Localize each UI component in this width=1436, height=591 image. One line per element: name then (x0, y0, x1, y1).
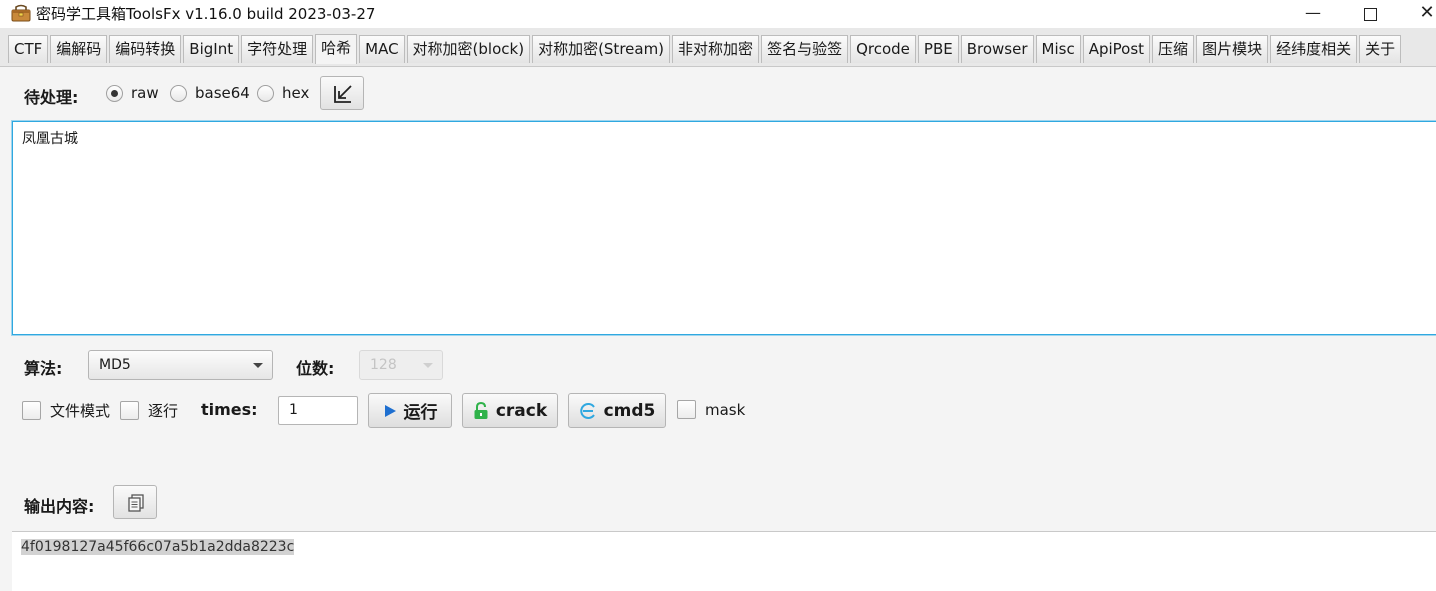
radio-base64-indicator (170, 84, 187, 102)
mask-checkbox-box (677, 400, 696, 419)
tab-bar: CTF 编解码 编码转换 BigInt 字符处理 哈希 MAC 对称加密(blo… (0, 28, 1436, 67)
copy-button[interactable] (113, 485, 157, 519)
line-by-line-checkbox-box (120, 401, 139, 420)
tab-image[interactable]: 图片模块 (1196, 35, 1269, 63)
radio-hex-label: hex (282, 84, 310, 102)
cmd5-button[interactable]: cmd5 (568, 393, 666, 428)
toolbox-icon (11, 4, 31, 22)
input-label: 待处理: (24, 88, 79, 107)
times-value: 1 (289, 402, 298, 418)
tab-mac[interactable]: MAC (359, 35, 405, 63)
radio-base64[interactable]: base64 (170, 84, 250, 102)
tab-bigint[interactable]: BigInt (183, 35, 240, 63)
output-textarea[interactable]: 4f0198127a45f66c07a5b1a2dda8223c (12, 531, 1436, 591)
radio-base64-label: base64 (195, 84, 250, 102)
bits-label: 位数: (296, 359, 335, 378)
bits-select: 128 (359, 350, 443, 380)
tab-geo[interactable]: 经纬度相关 (1270, 35, 1358, 63)
radio-raw[interactable]: raw (106, 84, 159, 102)
import-button[interactable] (320, 76, 364, 110)
line-by-line-label: 逐行 (148, 402, 179, 420)
tab-qrcode[interactable]: Qrcode (850, 35, 916, 63)
file-mode-checkbox-box (22, 401, 41, 420)
tab-signature[interactable]: 签名与验签 (761, 35, 849, 63)
tab-symmetric-stream[interactable]: 对称加密(Stream) (532, 35, 671, 63)
chevron-down-icon (253, 363, 263, 368)
radio-raw-indicator (106, 84, 123, 102)
minimize-button[interactable]: — (1290, 0, 1336, 28)
import-arrow-icon (332, 83, 354, 109)
chevron-down-icon (423, 363, 433, 368)
play-icon (383, 404, 397, 418)
input-text: 凤凰古城 (22, 131, 78, 147)
tab-symmetric-block[interactable]: 对称加密(block) (406, 35, 531, 63)
file-mode-label: 文件模式 (50, 402, 111, 420)
bits-select-value: 128 (370, 357, 397, 373)
cmd5-logo-icon (579, 402, 597, 420)
radio-hex[interactable]: hex (257, 84, 309, 102)
radio-hex-indicator (257, 84, 274, 102)
tab-asymmetric[interactable]: 非对称加密 (672, 35, 760, 63)
tab-list: CTF 编解码 编码转换 BigInt 字符处理 哈希 MAC 对称加密(blo… (8, 34, 1403, 64)
maximize-button[interactable] (1347, 0, 1393, 28)
tab-apipost[interactable]: ApiPost (1082, 35, 1151, 63)
tab-hash[interactable]: 哈希 (315, 34, 358, 64)
algorithm-select[interactable]: MD5 (88, 350, 273, 380)
maximize-icon (1363, 8, 1377, 21)
crack-button-label: crack (495, 400, 548, 421)
copy-icon (126, 493, 146, 517)
unlock-icon (473, 401, 489, 420)
algorithm-select-value: MD5 (99, 357, 131, 373)
window-title: 密码学工具箱ToolsFx v1.16.0 build 2023-03-27 (36, 5, 376, 23)
tab-pbe[interactable]: PBE (917, 35, 959, 63)
output-text: 4f0198127a45f66c07a5b1a2dda8223c (21, 539, 295, 555)
algorithm-label: 算法: (24, 359, 63, 378)
tab-encoding-convert[interactable]: 编码转换 (109, 35, 182, 63)
title-bar: 密码学工具箱ToolsFx v1.16.0 build 2023-03-27 —… (0, 0, 1436, 28)
times-input[interactable]: 1 (278, 396, 358, 425)
run-button[interactable]: 运行 (368, 393, 452, 428)
crack-button[interactable]: crack (462, 393, 558, 428)
tab-string-process[interactable]: 字符处理 (241, 35, 314, 63)
tab-browser[interactable]: Browser (960, 35, 1034, 63)
tab-about[interactable]: 关于 (1359, 35, 1402, 63)
mask-label: mask (705, 400, 746, 419)
run-button-label: 运行 (403, 403, 438, 423)
output-label: 输出内容: (24, 497, 95, 516)
close-button[interactable]: ✕ (1404, 0, 1436, 28)
cmd5-button-label: cmd5 (603, 400, 656, 421)
tab-codec[interactable]: 编解码 (50, 35, 108, 63)
tab-ctf[interactable]: CTF (8, 35, 49, 63)
mask-checkbox[interactable]: mask (677, 400, 745, 419)
tab-compress[interactable]: 压缩 (1152, 35, 1195, 63)
input-textarea[interactable]: 凤凰古城 (12, 121, 1436, 335)
line-by-line-checkbox[interactable]: 逐行 (120, 400, 178, 421)
file-mode-checkbox[interactable]: 文件模式 (22, 400, 110, 421)
radio-raw-label: raw (131, 84, 159, 102)
tab-misc[interactable]: Misc (1035, 35, 1081, 63)
times-label: times: (201, 400, 258, 419)
